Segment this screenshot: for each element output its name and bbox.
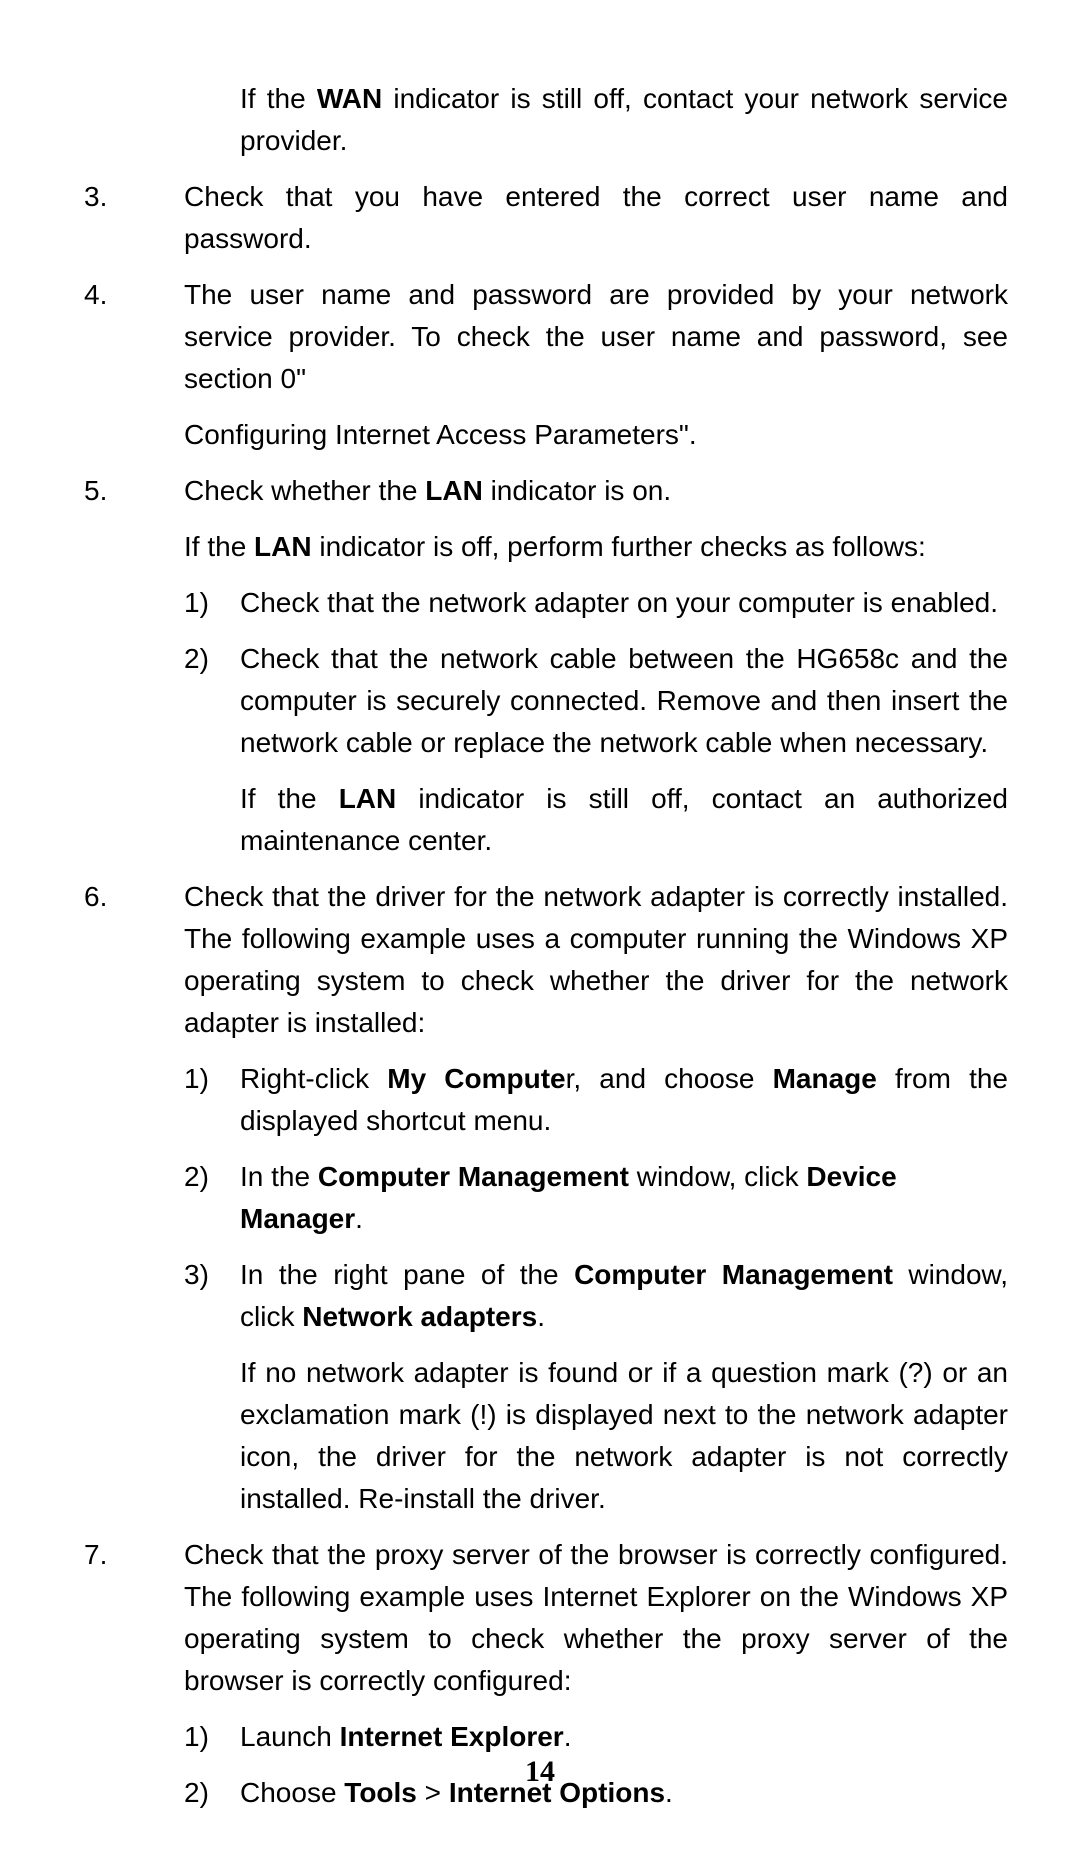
text: In the right pane of the (240, 1259, 574, 1290)
paragraph: Check that the network cable between the… (240, 638, 1008, 764)
text: . (564, 1721, 572, 1752)
item-number: 5. (84, 470, 124, 512)
text: If the (184, 531, 254, 562)
item-body: Check that the network cable between the… (240, 638, 1008, 862)
item-number: 3. (84, 176, 124, 218)
item-body: Check that the driver for the network ad… (184, 876, 1008, 1520)
item-body: Check that the network adapter on your c… (240, 582, 1008, 624)
bold: Computer Management (574, 1259, 893, 1290)
page-number: 14 (0, 1749, 1080, 1794)
text: . (537, 1301, 545, 1332)
ordered-sublist: 1) Right-click My Computer, and choose M… (184, 1058, 1008, 1520)
item-number: 7. (84, 1534, 124, 1576)
text: r, and choose (566, 1063, 773, 1094)
list-item: 2) In the Computer Management window, cl… (184, 1156, 1008, 1240)
bold: Computer Management (318, 1161, 629, 1192)
item-body: The user name and password are provided … (184, 274, 1008, 456)
list-item: 3. Check that you have entered the corre… (72, 176, 1008, 260)
bold: My Compute (387, 1063, 565, 1094)
bold: LAN (254, 531, 312, 562)
document-page: If the WAN indicator is still off, conta… (0, 0, 1080, 1854)
paragraph: Check that the driver for the network ad… (184, 876, 1008, 1044)
text: . (355, 1203, 363, 1234)
paragraph: Check that the proxy server of the brows… (184, 1534, 1008, 1702)
item-number: 2) (184, 638, 224, 680)
text: If the (240, 783, 339, 814)
item-body: Check whether the LAN indicator is on. I… (184, 470, 1008, 862)
item-body: In the right pane of the Computer Manage… (240, 1254, 1008, 1520)
item-number: 1) (184, 582, 224, 624)
paragraph: In the Computer Management window, click… (240, 1156, 1008, 1240)
text: Launch (240, 1721, 340, 1752)
bold: Network adapters (302, 1301, 537, 1332)
text: Check whether the (184, 475, 425, 506)
text: Right-click (240, 1063, 387, 1094)
ordered-sublist: 1) Check that the network adapter on you… (184, 582, 1008, 862)
paragraph: Configuring Internet Access Parameters". (184, 414, 1008, 456)
item-number: 3) (184, 1254, 224, 1296)
item-number: 4. (84, 274, 124, 316)
paragraph: If the LAN indicator is off, perform fur… (184, 526, 1008, 568)
bold: LAN (339, 783, 397, 814)
paragraph: The user name and password are provided … (184, 274, 1008, 400)
paragraph: Check that you have entered the correct … (184, 176, 1008, 260)
bold: WAN (317, 83, 382, 114)
list-item: 4. The user name and password are provid… (72, 274, 1008, 456)
item-body: In the Computer Management window, click… (240, 1156, 1008, 1240)
list-item: 1) Right-click My Computer, and choose M… (184, 1058, 1008, 1142)
bold: Internet Explorer (340, 1721, 564, 1752)
paragraph: In the right pane of the Computer Manage… (240, 1254, 1008, 1338)
text: window, click (629, 1161, 806, 1192)
lead-line: If the WAN indicator is still off, conta… (72, 78, 1008, 162)
item-number: 6. (84, 876, 124, 918)
text: indicator is on. (483, 475, 671, 506)
paragraph: Right-click My Computer, and choose Mana… (240, 1058, 1008, 1142)
item-body: Check that you have entered the correct … (184, 176, 1008, 260)
ordered-list: 3. Check that you have entered the corre… (72, 176, 1008, 1814)
item-number: 2) (184, 1156, 224, 1198)
text: indicator is off, perform further checks… (312, 531, 926, 562)
bold: LAN (425, 475, 483, 506)
item-body: Right-click My Computer, and choose Mana… (240, 1058, 1008, 1142)
list-item: 2) Check that the network cable between … (184, 638, 1008, 862)
paragraph: Check whether the LAN indicator is on. (184, 470, 1008, 512)
paragraph: If the LAN indicator is still off, conta… (240, 778, 1008, 862)
item-number: 1) (184, 1058, 224, 1100)
text: If the (240, 83, 317, 114)
list-item: 5. Check whether the LAN indicator is on… (72, 470, 1008, 862)
paragraph: Check that the network adapter on your c… (240, 582, 1008, 624)
bold: Manage (773, 1063, 877, 1094)
paragraph: If no network adapter is found or if a q… (240, 1352, 1008, 1520)
text: In the (240, 1161, 318, 1192)
list-item: 3) In the right pane of the Computer Man… (184, 1254, 1008, 1520)
list-item: 1) Check that the network adapter on you… (184, 582, 1008, 624)
list-item: 6. Check that the driver for the network… (72, 876, 1008, 1520)
